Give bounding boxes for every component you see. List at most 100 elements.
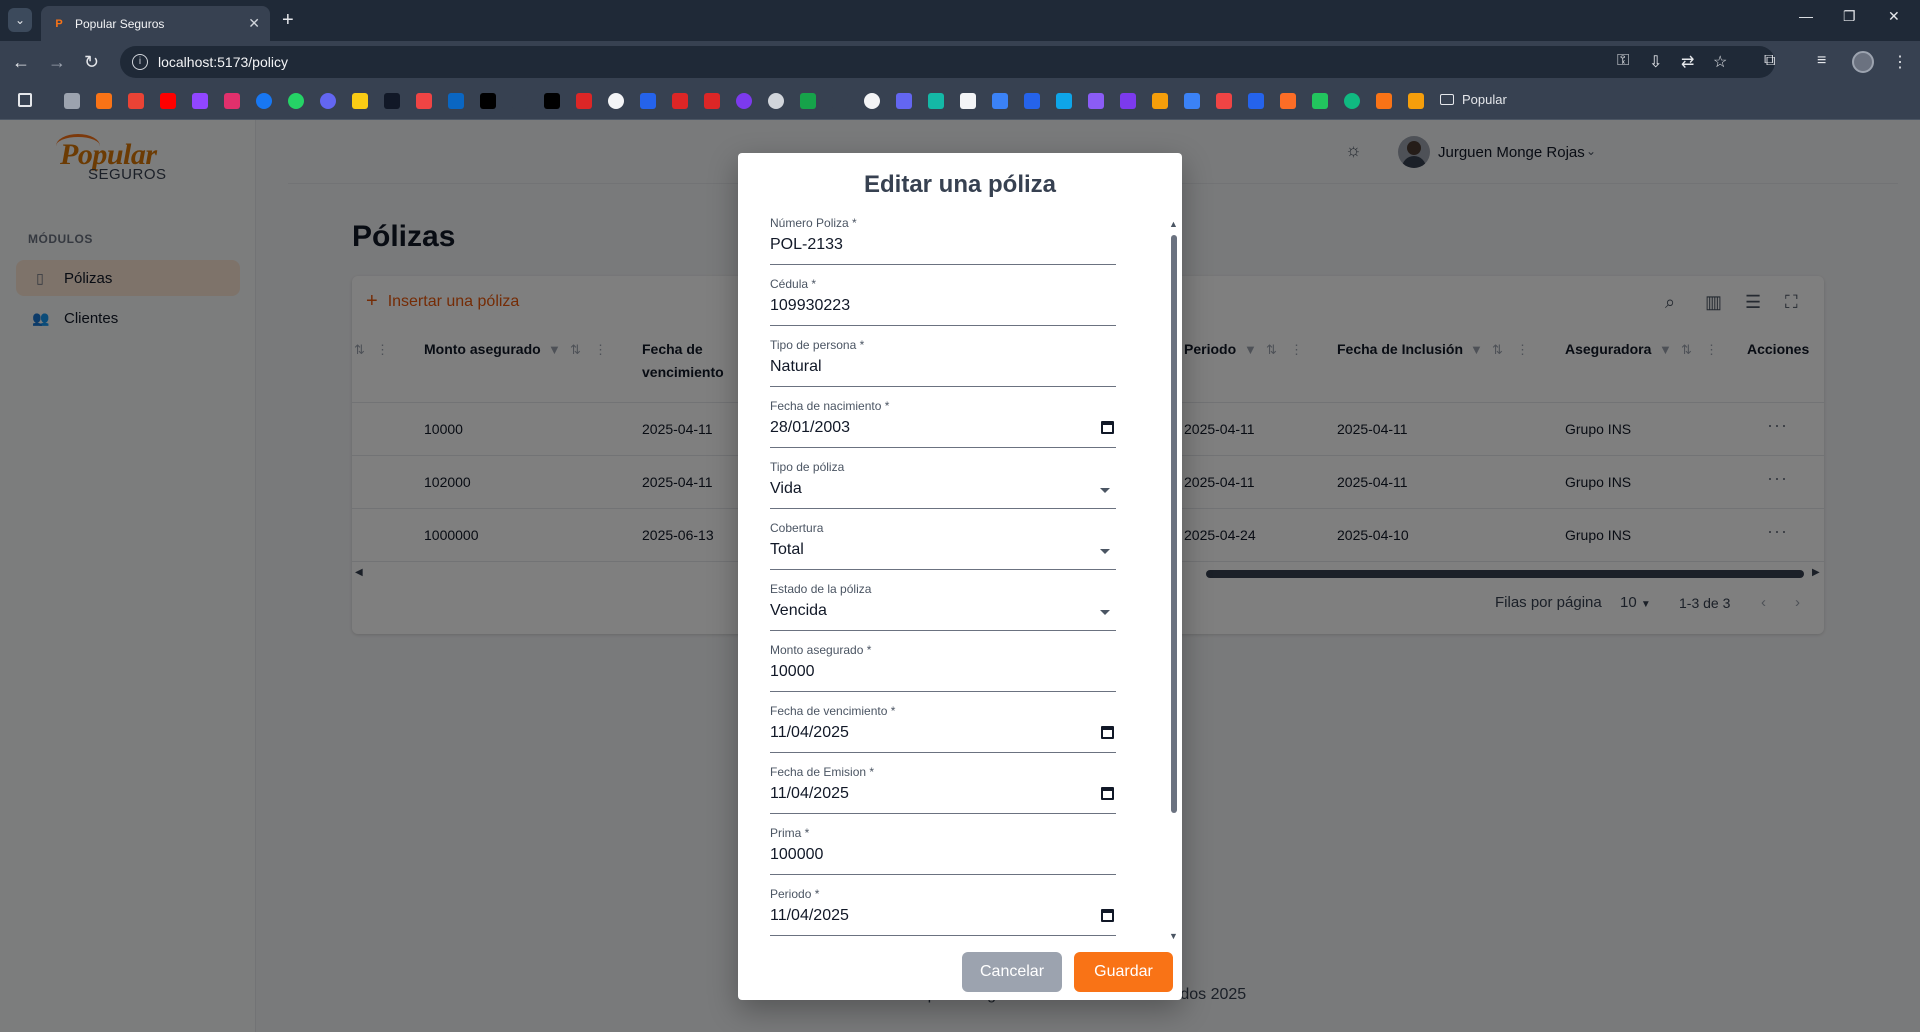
minimize-icon[interactable]: — [1799, 8, 1813, 24]
window-close-icon[interactable]: ✕ [1888, 8, 1900, 25]
bookmark-icon[interactable] [1152, 93, 1168, 109]
policy-status-select[interactable]: Estado de la póliza Vencida [770, 582, 1116, 631]
policy-type-select[interactable]: Tipo de póliza Vida [770, 460, 1116, 509]
bookmark-icon[interactable] [384, 93, 400, 109]
reload-icon[interactable]: ↻ [84, 52, 99, 72]
install-app-icon[interactable]: ⇩ [1649, 52, 1662, 72]
scroll-up-icon[interactable]: ▲ [1169, 219, 1178, 229]
insured-amount-field[interactable]: Monto asegurado * 10000 [770, 643, 1116, 692]
bookmark-icon[interactable] [800, 93, 816, 109]
back-icon[interactable]: ← [12, 52, 30, 72]
bookmark-folder[interactable]: Popular [1440, 92, 1507, 107]
bookmark-icon[interactable] [96, 93, 112, 109]
restore-icon[interactable]: ❐ [1843, 8, 1856, 25]
translate-icon[interactable]: ⇄ [1681, 52, 1694, 72]
dialog-title: Editar una póliza [863, 171, 1057, 198]
bookmark-icon[interactable] [64, 93, 80, 109]
bookmark-icon[interactable] [768, 93, 784, 109]
youtube-icon[interactable] [160, 93, 176, 109]
cancel-button[interactable]: Cancelar [962, 952, 1062, 992]
bookmark-icon[interactable] [736, 93, 752, 109]
field-value: Total [770, 541, 804, 558]
forward-icon[interactable]: → [48, 52, 66, 72]
gitlab-icon[interactable] [1280, 93, 1296, 109]
github-icon[interactable] [608, 93, 624, 109]
field-value: 100000 [770, 846, 824, 863]
media-control-icon[interactable]: ≡ [1817, 52, 1826, 70]
period-date-field[interactable]: Periodo * 11/04/2025 [770, 887, 1116, 936]
field-label: Cobertura [770, 521, 824, 535]
bookmark-icon[interactable] [480, 93, 496, 109]
browser-tab[interactable]: P Popular Seguros ✕ [41, 6, 270, 41]
field-label: Número Poliza * [770, 216, 857, 230]
bookmark-icon[interactable] [1312, 93, 1328, 109]
tab-search-button[interactable]: ⌄ [8, 8, 32, 32]
field-label: Estado de la póliza [770, 582, 872, 596]
calendar-icon[interactable] [1101, 909, 1114, 922]
calendar-icon[interactable] [1101, 787, 1114, 800]
person-type-field[interactable]: Tipo de persona * Natural [770, 338, 1116, 387]
bookmark-icon[interactable] [672, 93, 688, 109]
bookmark-icon[interactable] [928, 93, 944, 109]
bookmark-icon[interactable] [576, 93, 592, 109]
bookmark-icon[interactable] [1056, 93, 1072, 109]
facebook-icon[interactable] [256, 93, 272, 109]
new-tab-button[interactable]: + [282, 8, 294, 32]
tab-close-icon[interactable]: ✕ [248, 15, 260, 32]
url-text: localhost:5173/policy [158, 54, 288, 70]
bookmark-icon[interactable] [512, 93, 528, 109]
scroll-down-icon[interactable]: ▼ [1169, 931, 1178, 941]
birth-date-field[interactable]: Fecha de nacimiento * 28/01/2003 [770, 399, 1116, 448]
twitch-icon[interactable] [192, 93, 208, 109]
apps-grid-icon[interactable] [18, 93, 32, 107]
site-info-icon[interactable]: i [132, 54, 148, 70]
bookmark-icon[interactable] [1216, 93, 1232, 109]
calendar-icon[interactable] [1101, 421, 1114, 434]
premium-field[interactable]: Prima * 100000 [770, 826, 1116, 875]
bookmark-icon[interactable] [1024, 93, 1040, 109]
coverage-select[interactable]: Cobertura Total [770, 521, 1116, 570]
bookmark-icon[interactable] [832, 93, 848, 109]
bookmark-icon[interactable] [1184, 93, 1200, 109]
bookmark-icon[interactable] [704, 93, 720, 109]
edit-policy-dialog: Editar una póliza Número Poliza * POL-21… [738, 153, 1182, 1000]
policy-number-field[interactable]: Número Poliza * POL-2133 [770, 216, 1116, 265]
bookmark-icon[interactable] [864, 93, 880, 109]
bookmark-icon[interactable] [896, 93, 912, 109]
extensions-icon[interactable]: ⧉ [1764, 52, 1775, 70]
field-value: 11/04/2025 [770, 907, 849, 924]
bookmark-icon[interactable] [992, 93, 1008, 109]
bookmark-icon[interactable] [352, 93, 368, 109]
gmail-icon[interactable] [128, 93, 144, 109]
bookmarks-bar [0, 83, 1920, 120]
bookmark-icon[interactable] [416, 93, 432, 109]
browser-menu-icon[interactable]: ⋮ [1892, 52, 1908, 72]
x-twitter-icon[interactable] [544, 93, 560, 109]
site-favicon-icon: P [55, 17, 63, 30]
issue-date-field[interactable]: Fecha de Emision * 11/04/2025 [770, 765, 1116, 814]
field-label: Fecha de Emision * [770, 765, 875, 779]
bookmark-icon[interactable] [1248, 93, 1264, 109]
bookmark-icon[interactable] [960, 93, 976, 109]
whatsapp-icon[interactable] [288, 93, 304, 109]
cedula-field[interactable]: Cédula * 109930223 [770, 277, 1116, 326]
password-key-icon[interactable]: ⚿ [1617, 52, 1629, 70]
expiration-date-field[interactable]: Fecha de vencimiento * 11/04/2025 [770, 704, 1116, 753]
bookmark-icon[interactable] [1408, 93, 1424, 109]
field-value: 11/04/2025 [770, 785, 849, 802]
calendar-icon[interactable] [1101, 726, 1114, 739]
bookmark-icon[interactable] [1376, 93, 1392, 109]
bookmark-icon[interactable] [640, 93, 656, 109]
instagram-icon[interactable] [224, 93, 240, 109]
bookmark-star-icon[interactable]: ☆ [1713, 52, 1727, 72]
dialog-scrollbar-thumb[interactable] [1171, 235, 1177, 813]
url-field[interactable]: i localhost:5173/policy [120, 46, 1775, 78]
linkedin-icon[interactable] [448, 93, 464, 109]
bookmark-icon[interactable] [1344, 93, 1360, 109]
field-value: Vencida [770, 602, 827, 619]
bookmark-icon[interactable] [320, 93, 336, 109]
bookmark-icon[interactable] [1120, 93, 1136, 109]
save-button[interactable]: Guardar [1074, 952, 1173, 992]
browser-profile-avatar[interactable] [1852, 51, 1874, 73]
bookmark-icon[interactable] [1088, 93, 1104, 109]
